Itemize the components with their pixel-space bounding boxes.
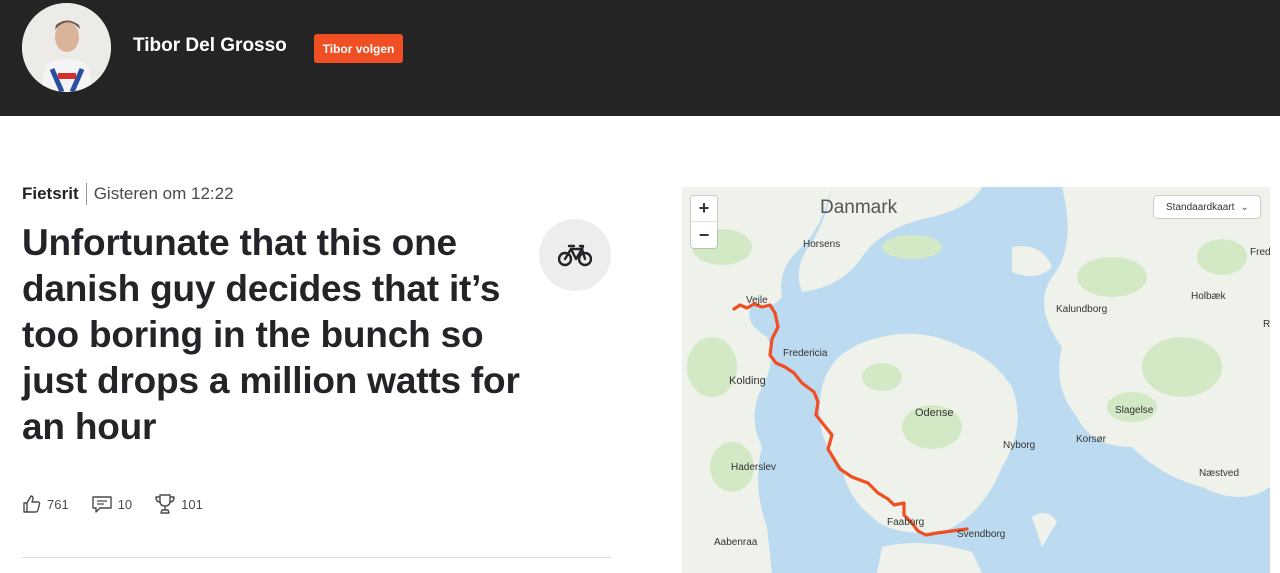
activity-time: Gisteren om 12:22	[93, 184, 234, 203]
activity-type: Fietsrit	[22, 184, 79, 203]
map-label-naestved: Næstved	[1199, 468, 1240, 479]
athlete-avatar[interactable]	[22, 3, 111, 92]
map-type-select[interactable]: Standaardkaart ⌄	[1154, 196, 1260, 218]
kudos-button[interactable]: 761	[22, 494, 69, 514]
athlete-name[interactable]: Tibor Del Grosso	[133, 35, 287, 57]
map-label-slagelse: Slagelse	[1115, 405, 1154, 416]
zoom-out-button[interactable]: −	[691, 222, 717, 248]
map-label-fredericia: Fredericia	[783, 348, 828, 359]
map-type-label: Standaardkaart	[1166, 201, 1235, 213]
comments-button[interactable]: 10	[91, 494, 132, 514]
map-label-korsor: Korsør	[1076, 434, 1106, 445]
kudos-count: 761	[47, 496, 69, 512]
achievements-count: 101	[181, 496, 203, 512]
activity-title: Unfortunate that this one danish guy dec…	[22, 222, 520, 447]
activity-stats: 761 10 101	[22, 493, 225, 515]
map-label-vejle: Vejle	[746, 295, 768, 306]
avatar-image	[22, 3, 111, 92]
follow-button[interactable]: Tibor volgen	[314, 34, 403, 63]
zoom-control: + −	[691, 196, 717, 248]
map-label-country: Danmark	[820, 197, 898, 218]
map-label-kalundborg: Kalundborg	[1056, 304, 1108, 315]
map-canvas	[682, 187, 1270, 573]
thumbs-up-icon	[23, 495, 41, 513]
map-label-fred-partial: Fred	[1250, 247, 1270, 258]
activity-meta: Fietsrit Gisteren om 12:22	[22, 183, 234, 205]
achievements-button[interactable]: 101	[154, 493, 203, 515]
map-label-nyborg: Nyborg	[1003, 440, 1036, 451]
map-label-aabenraa: Aabenraa	[714, 537, 758, 548]
map-label-svendborg: Svendborg	[957, 529, 1006, 540]
trophy-icon	[155, 494, 175, 514]
sport-badge	[539, 219, 611, 291]
section-divider	[22, 557, 611, 558]
map-label-r-partial: R	[1263, 319, 1270, 330]
comment-icon	[92, 496, 112, 513]
meta-divider	[85, 183, 87, 205]
map-label-kolding: Kolding	[729, 375, 766, 387]
map-label-faaborg: Faaborg	[887, 517, 925, 528]
comments-count: 10	[117, 496, 133, 512]
map-label-haderslev: Haderslev	[731, 462, 777, 473]
bike-icon	[558, 244, 592, 267]
athlete-header: Tibor Del Grosso Tibor volgen	[0, 0, 1280, 116]
chevron-down-icon: ⌄	[1240, 201, 1249, 213]
route-map[interactable]: + − Standaardkaart ⌄ Danmark Horsens Vej…	[682, 187, 1270, 573]
map-label-holbaek: Holbæk	[1191, 291, 1226, 302]
map-label-horsens: Horsens	[803, 239, 841, 250]
zoom-in-button[interactable]: +	[691, 196, 717, 222]
map-label-odense: Odense	[915, 407, 954, 419]
